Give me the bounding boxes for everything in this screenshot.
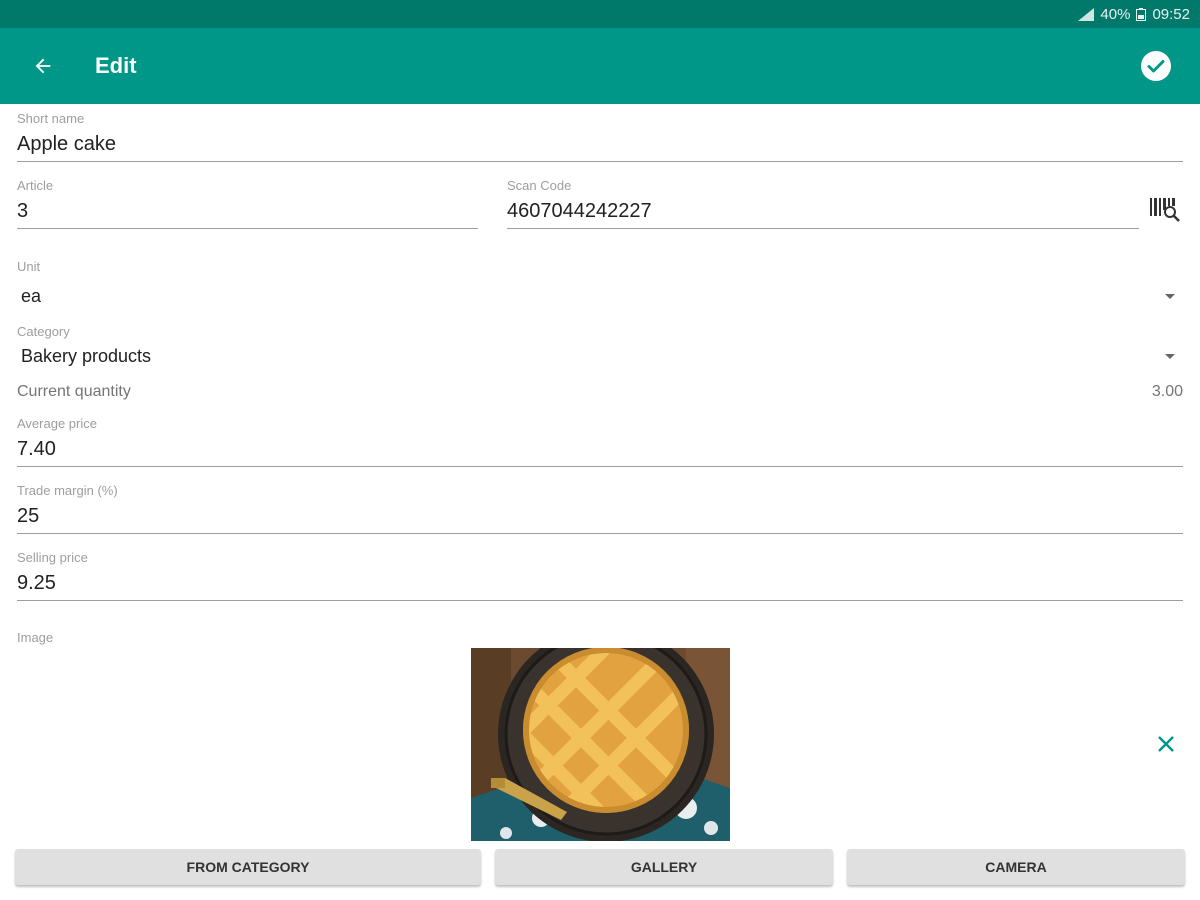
article-input[interactable]	[17, 194, 478, 228]
unit-label: Unit	[17, 259, 41, 274]
short-name-input[interactable]	[17, 127, 1183, 161]
page-title: Edit	[95, 53, 137, 78]
selling-price-field: Selling price	[17, 550, 1183, 601]
product-image[interactable]	[471, 648, 730, 841]
status-bar: 40% 09:52	[0, 0, 1200, 28]
clear-image-button[interactable]	[1152, 730, 1180, 758]
category-label: Category	[17, 324, 70, 339]
average-price-field: Average price	[17, 416, 1183, 467]
arrow-back-icon	[35, 58, 51, 74]
current-quantity-label: Current quantity	[17, 383, 131, 400]
short-name-label: Short name	[17, 111, 85, 126]
trade-margin-underline	[17, 533, 1183, 534]
check-circle-icon	[1141, 51, 1171, 81]
trade-margin-field: Trade margin (%)	[17, 483, 1183, 534]
average-price-underline	[17, 466, 1183, 467]
barcode-scan-button[interactable]	[1148, 194, 1184, 228]
scan-code-underline	[507, 228, 1139, 229]
article-label: Article	[17, 178, 54, 193]
battery-percent: 40%	[1100, 5, 1131, 23]
unit-value: ea	[21, 285, 42, 306]
back-button[interactable]	[13, 36, 73, 96]
short-name-field: Short name	[17, 111, 1183, 162]
apple-pie-image	[471, 648, 730, 841]
battery-icon	[1136, 7, 1147, 21]
image-label: Image	[17, 630, 54, 645]
barcode-search-icon	[1150, 198, 1180, 222]
camera-button[interactable]: CAMERA	[847, 849, 1185, 885]
save-button[interactable]	[1134, 44, 1178, 88]
chevron-down-icon	[1165, 293, 1175, 299]
scan-code-field: Scan Code	[507, 178, 1139, 229]
trade-margin-input[interactable]	[17, 499, 1183, 533]
gallery-button[interactable]: GALLERY	[495, 849, 833, 885]
category-value: Bakery products	[21, 345, 152, 366]
selling-price-input[interactable]	[17, 566, 1183, 600]
average-price-label: Average price	[17, 416, 97, 431]
current-quantity-row: Current quantity 3.00	[17, 383, 1183, 401]
scan-code-label: Scan Code	[507, 178, 572, 193]
article-underline	[17, 228, 478, 229]
scan-code-input[interactable]	[507, 194, 1139, 228]
category-select[interactable]: Bakery products	[17, 341, 1183, 371]
close-icon	[1158, 736, 1174, 752]
chevron-down-icon	[1165, 353, 1175, 359]
from-category-button[interactable]: FROM CATEGORY	[15, 849, 481, 885]
short-name-underline	[17, 161, 1183, 162]
selling-price-underline	[17, 600, 1183, 601]
article-field: Article	[17, 178, 478, 229]
trade-margin-label: Trade margin (%)	[17, 483, 118, 498]
average-price-input[interactable]	[17, 432, 1183, 466]
clock: 09:52	[1152, 5, 1190, 23]
selling-price-label: Selling price	[17, 550, 88, 565]
current-quantity-value: 3.00	[1151, 383, 1183, 400]
unit-select[interactable]: ea	[17, 281, 1183, 311]
signal-icon	[1078, 7, 1095, 21]
app-bar: Edit	[0, 28, 1200, 104]
